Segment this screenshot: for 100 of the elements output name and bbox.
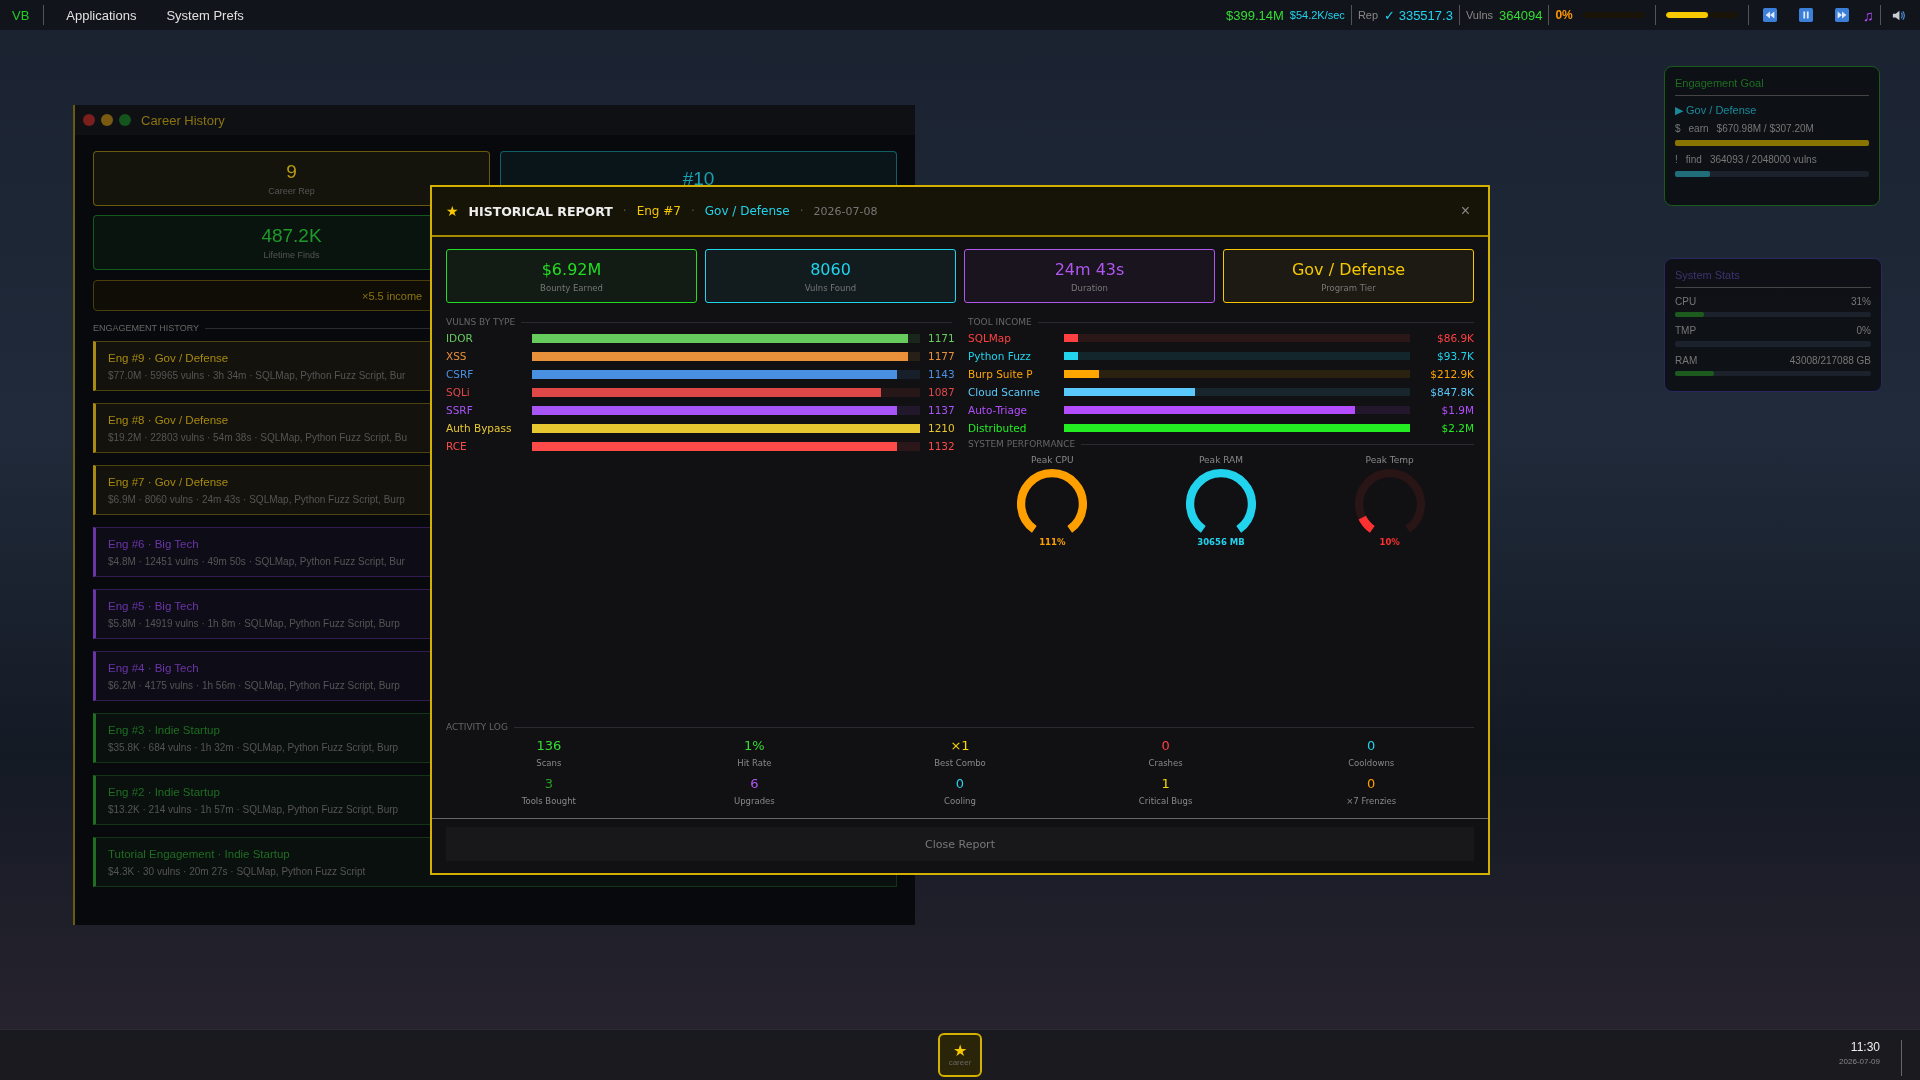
star-icon: ★ — [446, 203, 459, 219]
gauge — [1017, 469, 1088, 533]
income-multiplier: ×5.5 income — [362, 289, 423, 302]
clock-date: 2026-07-09 — [1839, 1057, 1880, 1066]
close-button[interactable]: × — [1456, 202, 1474, 220]
tool-name: Auto-Triage — [968, 404, 1029, 416]
gauge-label: Peak RAM — [1198, 455, 1243, 465]
vulns-label: Vulns — [1465, 9, 1493, 21]
activity-label: Upgrades — [734, 796, 775, 806]
vuln-type: CSRF — [446, 368, 475, 380]
vuln-type: SSRF — [446, 404, 474, 416]
vuln-type: SQLi — [446, 386, 471, 398]
vuln-type: RCE — [446, 440, 468, 452]
activity-value: 0 — [955, 776, 965, 791]
previous-icon[interactable] — [1762, 8, 1777, 22]
rep-label: Rep — [1357, 9, 1379, 21]
separator-dot: · — [622, 204, 627, 218]
separator-dot: · — [690, 204, 695, 218]
gauge-reading: 10% — [1379, 537, 1400, 547]
tool-name: Distributed — [968, 422, 1028, 434]
tool-income: $1.9M — [1440, 404, 1474, 416]
next-icon[interactable] — [1834, 8, 1849, 22]
report-date: 2026-07-08 — [813, 204, 878, 218]
engagement-title: Eng #8 · Gov / Defense — [108, 413, 229, 426]
activity-value: 6 — [750, 776, 759, 791]
activity-value: 3 — [544, 776, 553, 791]
section-label: SYSTEM PERFORMANCE — [968, 439, 1076, 449]
engagement-title: Eng #9 · Gov / Defense — [108, 351, 229, 364]
activity-value: 0 — [1367, 738, 1376, 753]
activity-label: Crashes — [1148, 758, 1183, 768]
vuln-type: IDOR — [446, 332, 474, 344]
summary-label: Vulns Found — [804, 282, 857, 293]
summary-value: 24m 43s — [1054, 259, 1125, 279]
widget-title: System Stats — [1675, 269, 1741, 281]
income-rate: $54.2K/sec — [1289, 9, 1345, 21]
stat-label: Career Rep — [268, 186, 315, 196]
close-report-button[interactable]: Close Report — [446, 827, 1474, 861]
vuln-count: 1210 — [928, 422, 952, 434]
gauge-reading: 30656 MB — [1197, 537, 1245, 547]
clock-time: 11:30 — [1850, 1040, 1880, 1054]
goal-value: 364093 / 2048000 vulns — [1709, 154, 1817, 165]
activity-label: Tools Bought — [521, 796, 576, 806]
tool-income: $212.9K — [1429, 368, 1474, 380]
engagement-title: Eng #4 · Big Tech — [108, 661, 199, 674]
engagement-meta: $4.8M · 12451 vulns · 49m 50s · SQLMap, Python Fuzz Script, Bur — [108, 555, 405, 567]
engagement-meta: $13.2K · 214 vulns · 1h 57m · SQLMap, Python Fuzz Script, Burp — [108, 803, 399, 815]
activity-label: Cooldowns — [1348, 758, 1395, 768]
tool-income: $847.8K — [1429, 386, 1474, 398]
activity-value: ×1 — [950, 738, 970, 753]
activity-label: Hit Rate — [737, 758, 772, 768]
stat-label: Lifetime Finds — [263, 250, 320, 260]
summary-value: Gov / Defense — [1291, 259, 1406, 279]
pause-icon[interactable] — [1798, 8, 1813, 22]
activity-label: Critical Bugs — [1138, 796, 1193, 806]
goal-symbol: $ — [1675, 123, 1681, 134]
minimize-dot[interactable] — [101, 114, 113, 126]
engagement-meta: $4.3K · 30 vulns · 20m 27s · SQLMap, Python Fuzz Script — [108, 865, 366, 877]
money-total: $399.14M — [1226, 7, 1284, 23]
goal-value: $670.98M / $307.20M — [1716, 123, 1814, 134]
engagement-title: Eng #3 · Indie Startup — [108, 723, 220, 736]
vulns-value: 364094 — [1499, 7, 1543, 23]
rep-value: ✓ 335517.3 — [1384, 7, 1453, 23]
vuln-type: XSS — [446, 350, 468, 362]
engagement-title: Eng #5 · Big Tech — [108, 599, 199, 612]
engagement-meta: $19.2M · 22803 vulns · 54m 38s · SQLMap, Python Fuzz Script, Bu — [108, 431, 408, 443]
tool-name: Python Fuzz — [968, 350, 1032, 362]
menu-item[interactable]: Applications — [58, 7, 145, 23]
summary-value: $6.92M — [541, 259, 602, 279]
taskbar-app[interactable]: ★ career — [938, 1033, 982, 1077]
vuln-count: 1087 — [928, 386, 952, 398]
gauge-reading: 111% — [1039, 537, 1066, 547]
stat-name: CPU — [1675, 295, 1697, 307]
engagement-meta: $35.8K · 684 vulns · 1h 32m · SQLMap, Python Fuzz Script, Burp — [108, 741, 399, 753]
summary-label: Program Tier — [1321, 282, 1376, 293]
section-label: ACTIVITY LOG — [446, 722, 508, 732]
gauge — [1354, 469, 1425, 533]
tool-name: Burp Suite P — [968, 368, 1034, 380]
stat-reading: 31% — [1851, 295, 1871, 307]
close-dot[interactable] — [83, 114, 95, 126]
maximize-dot[interactable] — [119, 114, 131, 126]
activity-value: 1 — [1161, 776, 1170, 791]
activity-label: Scans — [536, 758, 562, 768]
music-icon[interactable]: ♫ — [1862, 6, 1874, 24]
section-label: ENGAGEMENT HISTORY — [93, 323, 200, 333]
tier-name: Gov / Defense — [704, 204, 790, 218]
activity-value: 136 — [536, 738, 562, 753]
separator-dot: · — [799, 204, 804, 218]
menu-item[interactable]: System Prefs — [158, 7, 252, 23]
engagement-meta: $77.0M · 59965 vulns · 3h 34m · SQLMap, Python Fuzz Script, Bur — [108, 369, 406, 381]
stat-reading: 43008/217088 GB — [1789, 354, 1871, 366]
tool-income: $2.2M — [1440, 422, 1474, 434]
vuln-count: 1171 — [928, 332, 952, 344]
dialog-title: HISTORICAL REPORT — [468, 203, 613, 219]
engagement-title: Eng #2 · Indie Startup — [108, 785, 220, 798]
gauge — [1186, 469, 1256, 533]
logo[interactable]: VB — [12, 7, 30, 23]
vuln-count: 1143 — [928, 368, 952, 380]
activity-label: Best Combo — [934, 758, 986, 768]
gauge-label: Peak Temp — [1365, 455, 1414, 465]
gauge-label: Peak CPU — [1031, 455, 1074, 465]
